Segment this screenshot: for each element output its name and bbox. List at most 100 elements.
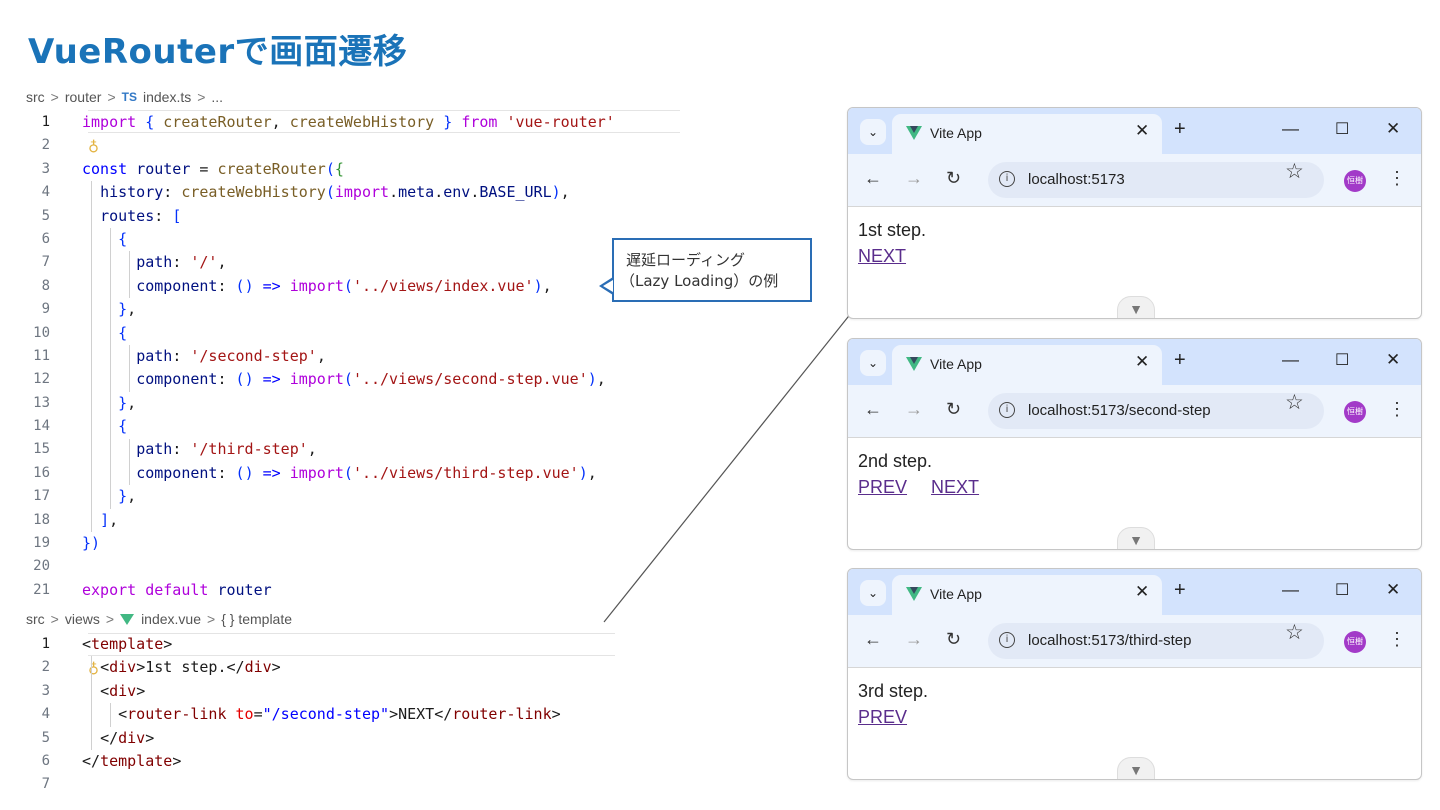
star-icon[interactable]: ☆ — [1285, 620, 1304, 645]
arrow-left-icon[interactable]: ← — [864, 399, 882, 420]
window-close-icon[interactable]: ✕ — [1386, 580, 1400, 600]
avatar[interactable]: 恒樹 — [1344, 401, 1366, 423]
close-icon[interactable]: ✕ — [1135, 121, 1149, 141]
tab-title: Vite App — [930, 356, 982, 372]
vue-icon — [906, 587, 922, 601]
maximize-icon[interactable]: ☐ — [1335, 350, 1349, 370]
plus-icon[interactable]: + — [1174, 118, 1186, 141]
tab-bar: ⌄ Vite App ✕ + — ☐ ✕ — [848, 108, 1421, 154]
step-text: 2nd step. — [858, 451, 933, 471]
code-line[interactable]: 7 — [20, 773, 640, 796]
router-link-prev[interactable]: PREV — [858, 477, 907, 497]
minimize-icon[interactable]: — — [1282, 350, 1299, 370]
close-icon[interactable]: ✕ — [1135, 582, 1149, 602]
kebab-icon[interactable]: ⋮ — [1388, 629, 1406, 650]
plus-icon[interactable]: + — [1174, 579, 1186, 602]
page-content: 3rd step. PREV — [858, 681, 931, 728]
address-bar[interactable]: i localhost:5173/second-step — [988, 393, 1324, 429]
kebab-icon[interactable]: ⋮ — [1388, 399, 1406, 420]
arrow-right-icon[interactable]: → — [905, 629, 923, 650]
router-link-next[interactable]: NEXT — [858, 246, 906, 266]
kebab-icon[interactable]: ⋮ — [1388, 168, 1406, 189]
breadcrumb-symbol[interactable]: { } template — [221, 611, 292, 627]
maximize-icon[interactable]: ☐ — [1335, 580, 1349, 600]
code-text: <router-link to="/second-step">NEXT</rou… — [118, 705, 561, 724]
code-line[interactable]: 4 <router-link to="/second-step">NEXT</r… — [20, 703, 640, 726]
reload-icon[interactable]: ↻ — [946, 629, 961, 650]
address-bar[interactable]: i localhost:5173 — [988, 162, 1324, 198]
chevron-down-icon[interactable]: ⌄ — [860, 350, 886, 376]
line-number: 6 — [41, 752, 50, 769]
url-text: localhost:5173/third-step — [1028, 632, 1192, 649]
close-icon[interactable]: ✕ — [1135, 352, 1149, 372]
view-code-editor[interactable]: 1 <template> 2 <div>1st step.</div> ♀ 3 <div… — [20, 633, 640, 797]
avatar[interactable]: 恒樹 — [1344, 170, 1366, 192]
info-icon[interactable]: i — [999, 632, 1015, 648]
maximize-icon[interactable]: ☐ — [1335, 119, 1349, 139]
arrow-left-icon[interactable]: ← — [864, 629, 882, 650]
chevron-down-icon[interactable]: ▼ — [1117, 527, 1155, 549]
browser-tab[interactable]: Vite App ✕ — [892, 575, 1162, 615]
router-link-prev[interactable]: PREV — [858, 707, 907, 727]
star-icon[interactable]: ☆ — [1285, 390, 1304, 415]
minimize-icon[interactable]: — — [1282, 580, 1299, 600]
line-number: 7 — [41, 776, 50, 793]
arrow-left-icon[interactable]: ← — [864, 168, 882, 189]
browser-tab[interactable]: Vite App ✕ — [892, 345, 1162, 385]
line-number: 4 — [41, 706, 50, 723]
browser-window: ⌄ Vite App ✕ + — ☐ ✕ ← → ↻ i localhost:5173 ☆ 恒樹 ⋮ 1st … — [847, 107, 1422, 319]
tab-bar: ⌄ Vite App ✕ + — ☐ ✕ — [848, 569, 1421, 615]
step-text: 1st step. — [858, 220, 927, 240]
browser-toolbar: ← → ↻ i localhost:5173 ☆ 恒樹 ⋮ — [848, 154, 1421, 207]
lightbulb-icon[interactable]: ♀ — [88, 656, 99, 679]
info-icon[interactable]: i — [999, 171, 1015, 187]
indent-guide — [91, 656, 92, 750]
arrow-right-icon[interactable]: → — [905, 399, 923, 420]
code-text: </div> — [100, 728, 155, 747]
browser-tab[interactable]: Vite App ✕ — [892, 114, 1162, 154]
chevron-down-icon[interactable]: ⌄ — [860, 580, 886, 606]
minimize-icon[interactable]: — — [1282, 119, 1299, 139]
window-close-icon[interactable]: ✕ — [1386, 119, 1400, 139]
chevron-down-icon[interactable]: ▼ — [1117, 296, 1155, 318]
code-line[interactable]: 6 </template> — [20, 750, 640, 773]
breadcrumb-file[interactable]: index.vue — [141, 611, 201, 627]
line-number: 3 — [41, 682, 50, 699]
plus-icon[interactable]: + — [1174, 349, 1186, 372]
url-text: localhost:5173 — [1028, 171, 1125, 188]
chevron-down-icon[interactable]: ⌄ — [860, 119, 886, 145]
breadcrumb-views-folder[interactable]: views — [65, 611, 100, 627]
line-number: 5 — [41, 729, 50, 746]
browser-toolbar: ← → ↻ i localhost:5173/third-step ☆ 恒樹 ⋮ — [848, 615, 1421, 668]
line-number: 1 — [41, 636, 50, 652]
code-line[interactable]: 5 </div> — [20, 727, 640, 750]
vue-icon — [906, 357, 922, 371]
browser-toolbar: ← → ↻ i localhost:5173/second-step ☆ 恒樹 ⋮ — [848, 385, 1421, 438]
breadcrumb-separator: > — [50, 611, 59, 627]
code-line[interactable]: 1 <template> — [20, 633, 640, 656]
code-text: <template> — [82, 635, 173, 653]
page-content: 1st step. NEXT — [858, 220, 930, 267]
code-line[interactable]: 2 <div>1st step.</div> ♀ — [20, 656, 640, 679]
avatar[interactable]: 恒樹 — [1344, 631, 1366, 653]
router-link-next[interactable]: NEXT — [931, 477, 979, 497]
indent-guide — [110, 703, 111, 727]
chevron-down-icon[interactable]: ▼ — [1117, 757, 1155, 779]
address-bar[interactable]: i localhost:5173/third-step — [988, 623, 1324, 659]
reload-icon[interactable]: ↻ — [946, 168, 961, 189]
star-icon[interactable]: ☆ — [1285, 159, 1304, 184]
step-text: 3rd step. — [858, 681, 929, 701]
reload-icon[interactable]: ↻ — [946, 399, 961, 420]
info-icon[interactable]: i — [999, 402, 1015, 418]
window-close-icon[interactable]: ✕ — [1386, 350, 1400, 370]
breadcrumb-view: src > views > index.vue > { } template — [26, 611, 292, 627]
tab-title: Vite App — [930, 586, 982, 602]
breadcrumb-src[interactable]: src — [26, 611, 45, 627]
breadcrumb-separator: > — [207, 611, 216, 627]
url-text: localhost:5173/second-step — [1028, 402, 1211, 419]
code-line[interactable]: 3 <div> — [20, 680, 640, 703]
tab-bar: ⌄ Vite App ✕ + — ☐ ✕ — [848, 339, 1421, 385]
vue-icon — [120, 613, 135, 625]
code-text: </template> — [82, 751, 182, 770]
arrow-right-icon[interactable]: → — [905, 168, 923, 189]
